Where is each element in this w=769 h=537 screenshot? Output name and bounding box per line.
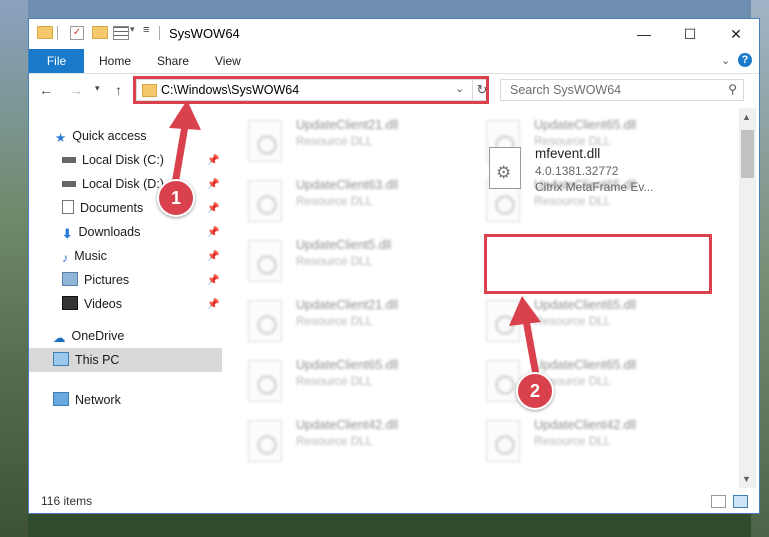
step-callout-1: 1: [157, 179, 195, 217]
arrow-2-head: [509, 296, 541, 326]
arrow-1-head: [169, 100, 201, 130]
annotation-arrows: [169, 100, 541, 379]
arrow-2-shaft: [522, 316, 540, 379]
step-callout-2: 2: [516, 372, 554, 410]
